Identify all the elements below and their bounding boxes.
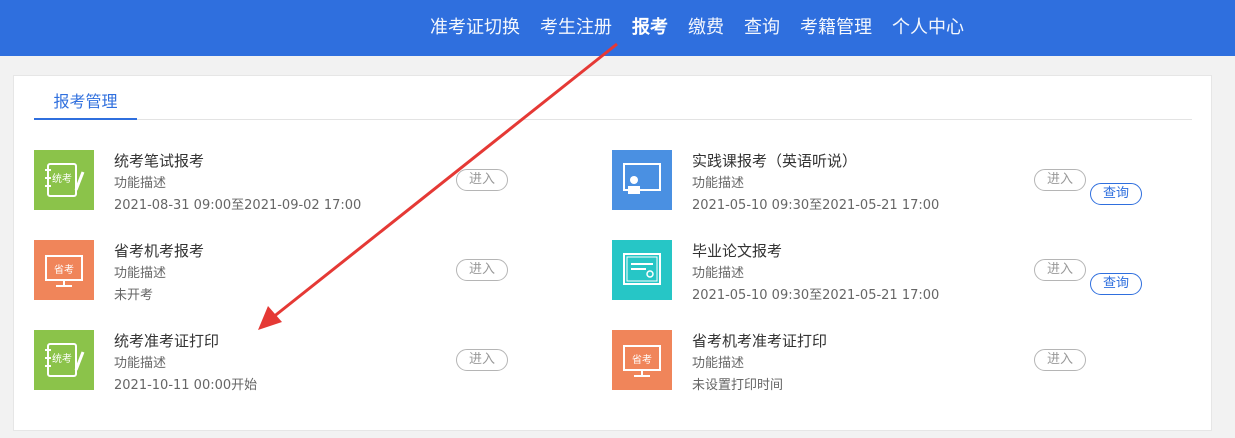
main-nav: 准考证切换 考生注册 报考 缴费 查询 考籍管理 个人中心 [430,12,984,40]
card-shengkao-computer: 省考 省考机考报考 功能描述 未开考 进入 [34,240,594,304]
card-desc: 功能描述 [692,176,745,191]
presentation-board-icon[interactable] [612,150,672,210]
card-tongkao-admission-print: 统考 统考准考证打印 功能描述 2021-10-11 00:00开始 进入 [34,330,594,394]
card-desc: 功能描述 [114,356,167,371]
card-title: 省考机考报考 [114,242,205,260]
enter-button[interactable]: 进入 [1034,349,1086,371]
card-time: 2021-05-10 09:30至2021-05-21 17:00 [692,198,940,213]
nav-item-personal[interactable]: 个人中心 [892,13,964,39]
shengkao-monitor-icon[interactable]: 省考 [612,330,672,390]
card-time: 未设置打印时间 [692,378,784,393]
card-shengkao-admission-print: 省考 省考机考准考证打印 功能描述 未设置打印时间 进入 [612,330,1172,394]
card-title: 统考准考证打印 [114,332,220,350]
enter-button[interactable]: 进入 [456,259,508,281]
tongkao-notebook-icon[interactable]: 统考 [34,330,94,390]
card-time: 未开考 [114,288,154,303]
tab-bar: 报考管理 [34,76,1192,120]
top-nav-bar: 准考证切换 考生注册 报考 缴费 查询 考籍管理 个人中心 [0,0,1235,56]
enroll-management-panel: 报考管理 统考 统考笔试报考 功能描述 2021-08-31 09:00至202… [13,75,1212,431]
card-time: 2021-08-31 09:00至2021-09-02 17:00 [114,198,362,213]
query-button[interactable]: 查询 [1090,273,1142,295]
card-desc: 功能描述 [114,176,167,191]
card-title: 省考机考准考证打印 [692,332,828,350]
query-button[interactable]: 查询 [1090,183,1142,205]
enter-button[interactable]: 进入 [1034,169,1086,191]
card-time: 2021-05-10 09:30至2021-05-21 17:00 [692,288,940,303]
icon-text: 省考 [54,263,74,276]
nav-item-records[interactable]: 考籍管理 [800,13,872,39]
card-desc: 功能描述 [692,266,745,281]
card-desc: 功能描述 [692,356,745,371]
card-time: 2021-10-11 00:00开始 [114,378,258,393]
icon-text: 统考 [52,172,72,185]
card-title: 实践课报考（英语听说） [692,152,858,170]
enter-button[interactable]: 进入 [1034,259,1086,281]
card-practice-english: 实践课报考（英语听说） 功能描述 2021-05-10 09:30至2021-0… [612,150,1172,214]
icon-text: 省考 [632,353,652,366]
card-thesis: 毕业论文报考 功能描述 2021-05-10 09:30至2021-05-21 … [612,240,1172,304]
shengkao-monitor-icon[interactable]: 省考 [34,240,94,300]
tongkao-notebook-icon[interactable]: 统考 [34,150,94,210]
nav-item-admission-switch[interactable]: 准考证切换 [430,13,520,39]
nav-item-query[interactable]: 查询 [744,13,780,39]
tab-enroll-management[interactable]: 报考管理 [34,88,137,120]
card-desc: 功能描述 [114,266,167,281]
card-title: 毕业论文报考 [692,242,783,260]
nav-item-payment[interactable]: 缴费 [688,13,724,39]
nav-item-register[interactable]: 考生注册 [540,13,612,39]
certificate-icon[interactable] [612,240,672,300]
enter-button[interactable]: 进入 [456,349,508,371]
card-title: 统考笔试报考 [114,152,205,170]
nav-item-enroll[interactable]: 报考 [632,13,668,39]
card-tongkao-written: 统考 统考笔试报考 功能描述 2021-08-31 09:00至2021-09-… [34,150,594,214]
icon-text: 统考 [52,352,72,365]
enter-button[interactable]: 进入 [456,169,508,191]
